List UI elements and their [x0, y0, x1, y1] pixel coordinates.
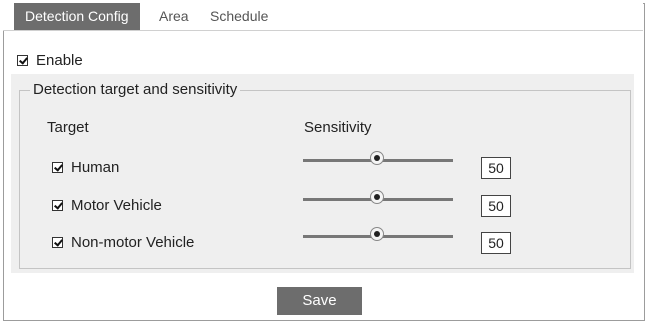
tab-schedule[interactable]: Schedule: [210, 3, 268, 30]
target-row-motor-vehicle: Motor Vehicle: [52, 195, 162, 215]
motor-vehicle-checkbox[interactable]: [52, 199, 63, 211]
human-checkbox[interactable]: [52, 161, 63, 173]
group-title: Detection target and sensitivity: [30, 80, 241, 100]
non-motor-vehicle-checkbox[interactable]: [52, 236, 63, 248]
motor-vehicle-sensitivity-slider[interactable]: [303, 189, 453, 209]
non-motor-vehicle-sensitivity-input[interactable]: 50: [481, 232, 511, 254]
human-sensitivity-slider[interactable]: [303, 150, 453, 170]
slider-thumb[interactable]: [370, 227, 384, 241]
target-row-non-motor-vehicle: Non-motor Vehicle: [52, 232, 194, 252]
tab-area[interactable]: Area: [159, 3, 189, 30]
slider-thumb[interactable]: [370, 151, 384, 165]
motor-vehicle-label: Motor Vehicle: [71, 196, 162, 214]
enable-row: Enable: [17, 50, 83, 70]
sensitivity-column-header: Sensitivity: [304, 119, 372, 136]
enable-label: Enable: [36, 51, 83, 69]
enable-checkbox[interactable]: [17, 54, 28, 66]
motor-vehicle-sensitivity-input[interactable]: 50: [481, 195, 511, 217]
non-motor-vehicle-label: Non-motor Vehicle: [71, 233, 195, 251]
human-sensitivity-input[interactable]: 50: [481, 157, 511, 179]
target-column-header: Target: [47, 119, 89, 136]
slider-thumb[interactable]: [370, 190, 384, 204]
tab-bar: Detection Config Area Schedule: [3, 3, 643, 31]
non-motor-vehicle-sensitivity-slider[interactable]: [303, 226, 453, 246]
human-label: Human: [71, 158, 120, 176]
target-row-human: Human: [52, 157, 119, 177]
save-button[interactable]: Save: [277, 287, 362, 315]
tab-detection-config[interactable]: Detection Config: [14, 3, 140, 30]
